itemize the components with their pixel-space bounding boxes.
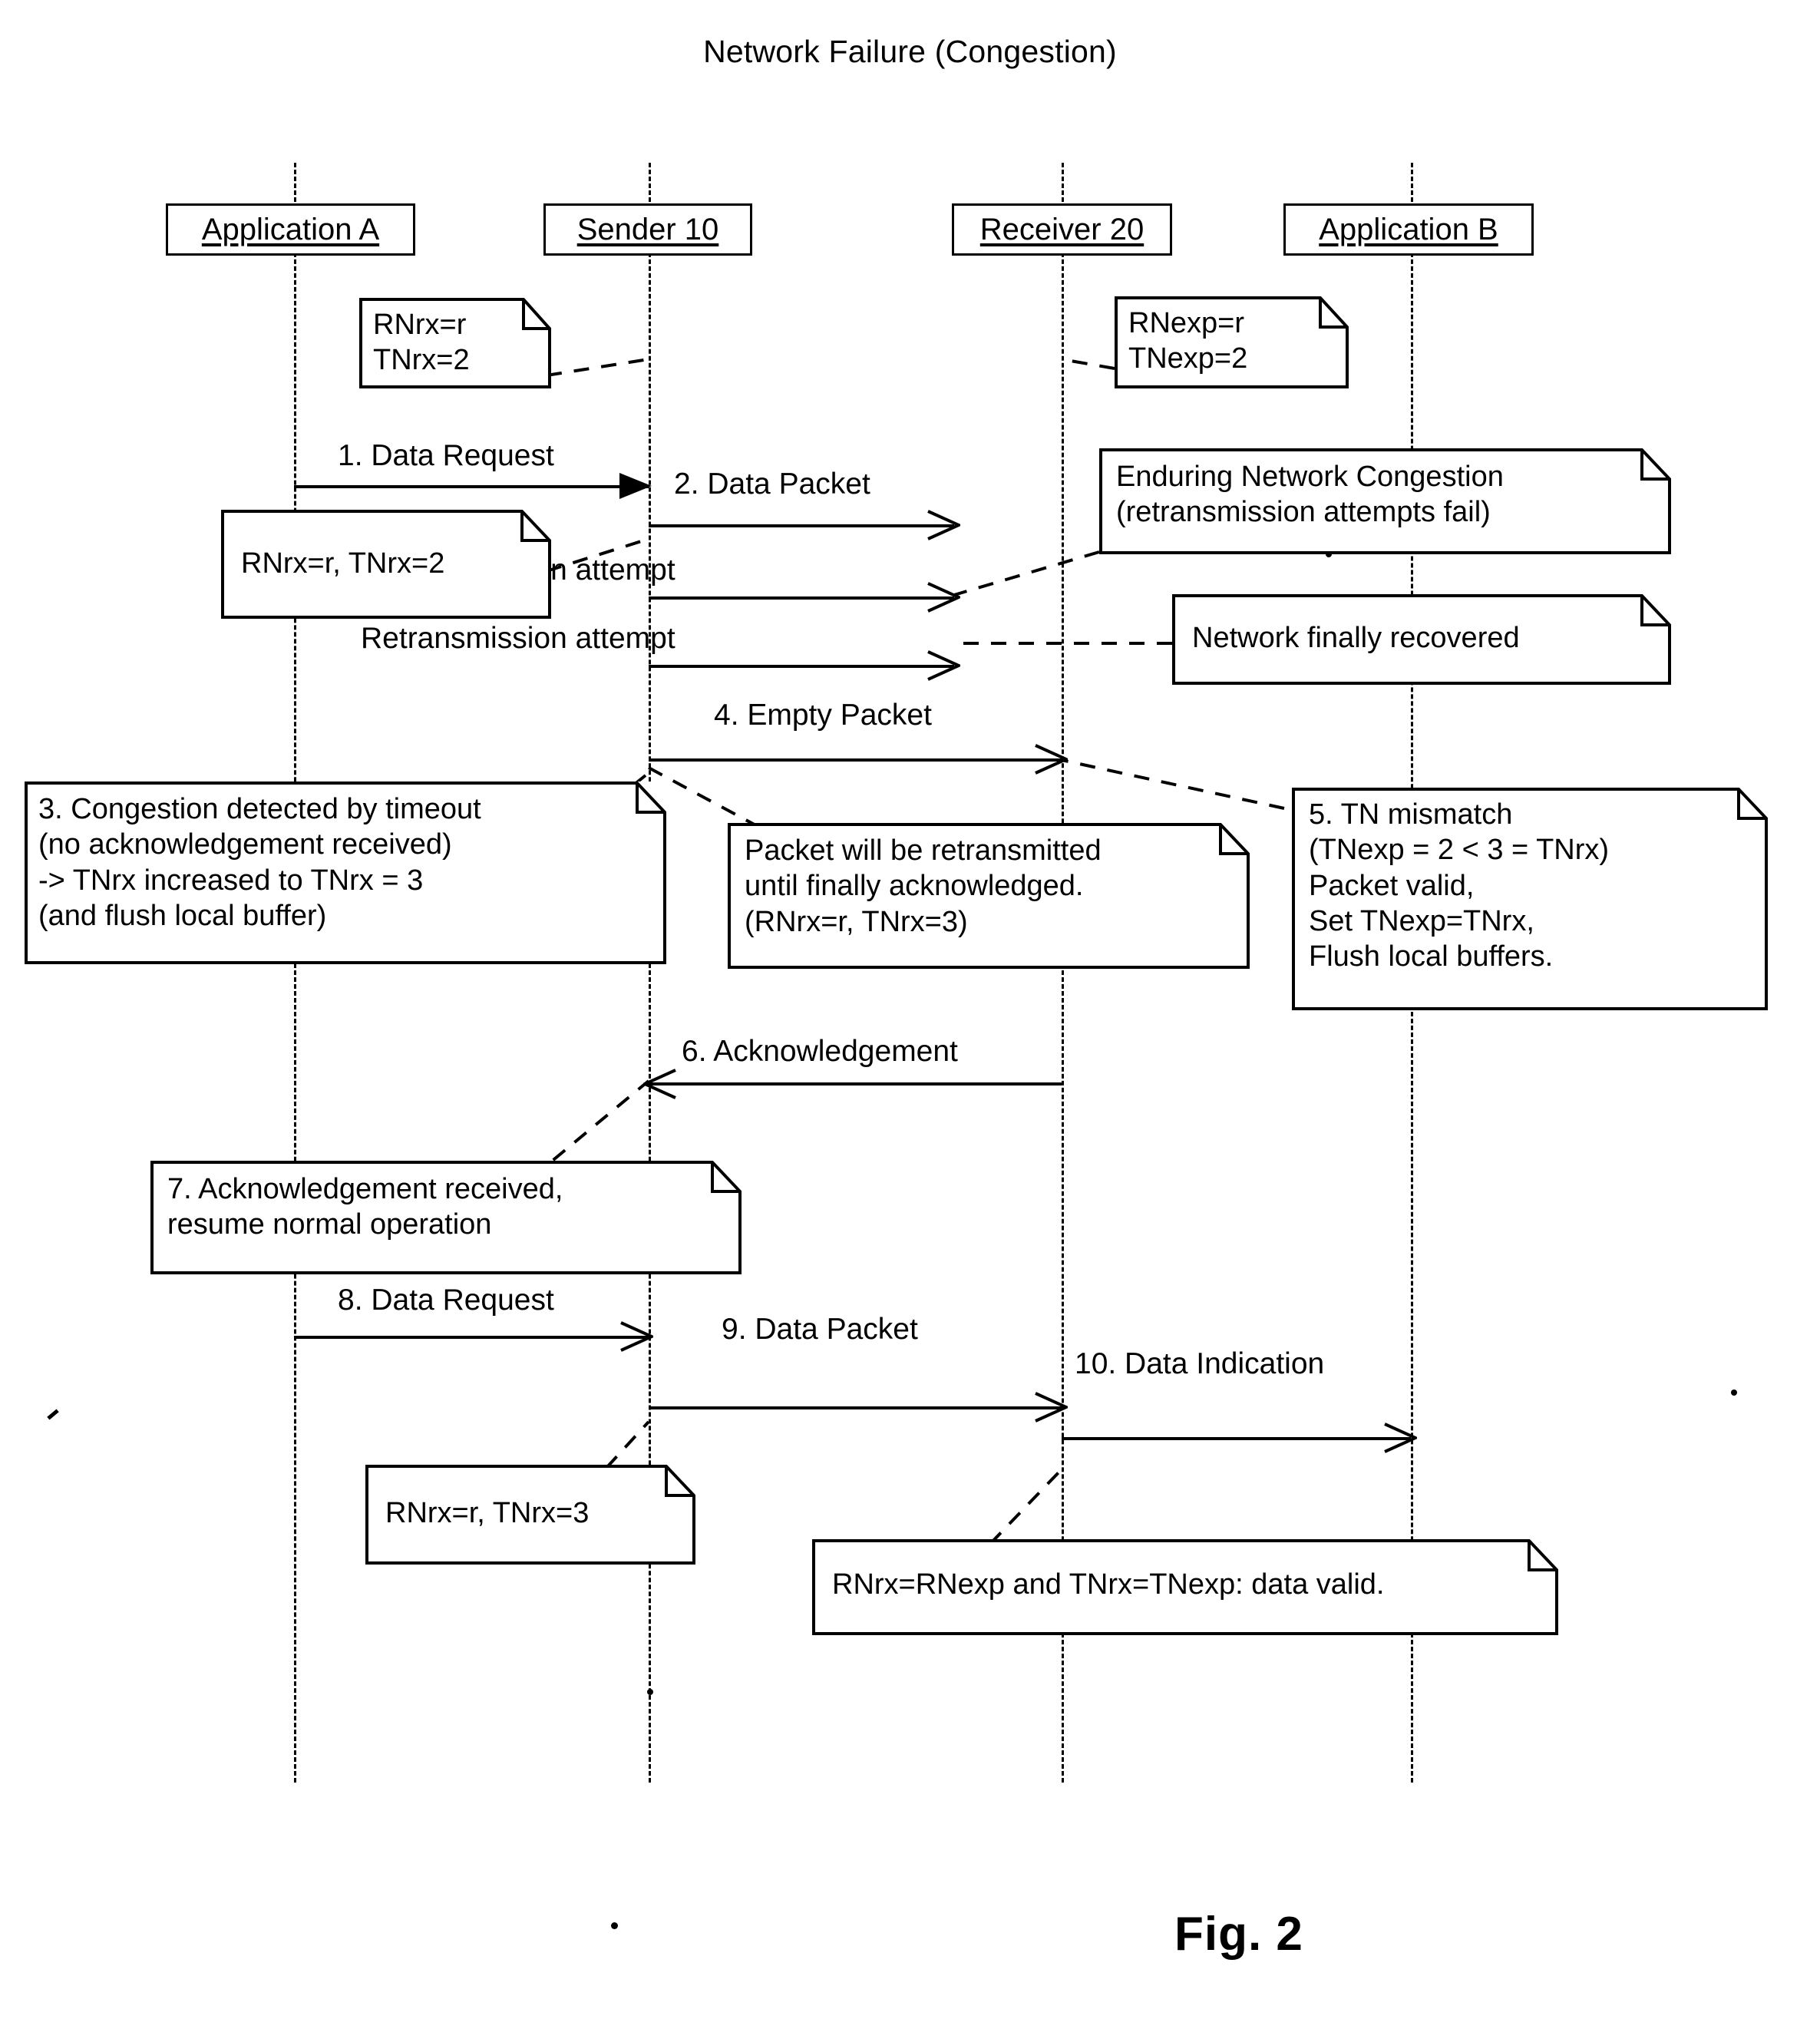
scan-speck: [611, 1922, 618, 1929]
note-text: RNrx=r, TNrx=3: [385, 1497, 590, 1529]
note-receiver-state-init: RNexp=r TNexp=2: [1115, 296, 1349, 388]
scan-speck: [47, 1409, 59, 1420]
scan-speck: [1731, 1390, 1737, 1396]
lifeline-head-label: Sender 10: [576, 212, 719, 246]
arrow-head-left-icon: [643, 1069, 676, 1099]
lifeline-head-label: Application A: [201, 212, 380, 246]
message-line-retransmission-attempt-2: [649, 665, 954, 668]
note-text: RNrx=RNexp and TNrx=TNexp: data valid.: [832, 1568, 1385, 1601]
lifeline-head-application-b[interactable]: Application B: [1283, 203, 1534, 256]
note-text: Network finally recovered: [1192, 622, 1520, 654]
arrow-head-right-icon: [927, 650, 960, 681]
scan-speck: [647, 1689, 653, 1695]
message-line-retransmission-attempt-1: [649, 596, 954, 600]
note-text: RNexp=r TNexp=2: [1128, 307, 1248, 375]
message-line-10-data-indication: [1062, 1437, 1411, 1440]
message-label-8-data-request: 8. Data Request: [338, 1284, 554, 1317]
note-text: RNrx=r TNrx=2: [373, 309, 470, 377]
message-label-9-data-packet: 9. Data Packet: [722, 1313, 918, 1346]
lifeline-head-application-a[interactable]: Application A: [166, 203, 415, 256]
lifeline-application-a: [294, 163, 296, 1783]
note-sender-state-tn2: RNrx=r, TNrx=2: [221, 510, 551, 619]
message-line-1-data-request: [294, 485, 649, 488]
note-text: 5. TN mismatch (TNexp = 2 < 3 = TNrx) Pa…: [1309, 798, 1610, 973]
lifeline-head-sender-10[interactable]: Sender 10: [543, 203, 752, 256]
arrow-head-right-icon: [620, 1321, 653, 1352]
message-line-2-data-packet: [649, 524, 954, 527]
note-text: 7. Acknowledgement received, resume norm…: [167, 1173, 563, 1241]
note-congestion-detected: 3. Congestion detected by timeout (no ac…: [25, 781, 666, 964]
note-text: Enduring Network Congestion (retransmiss…: [1116, 461, 1504, 529]
note-enduring-congestion: Enduring Network Congestion (retransmiss…: [1099, 448, 1671, 554]
message-label-2-data-packet: 2. Data Packet: [674, 468, 870, 501]
arrow-head-right-icon: [1035, 1392, 1068, 1423]
message-label-retransmission-attempt-2: Retransmission attempt: [361, 622, 675, 655]
figure-caption: Fig. 2: [1174, 1908, 1303, 1961]
message-label-1-data-request: 1. Data Request: [338, 439, 554, 472]
message-line-4-empty-packet: [649, 758, 1062, 762]
note-data-valid: RNrx=RNexp and TNrx=TNexp: data valid.: [812, 1539, 1558, 1635]
note-sender-state-tn3: RNrx=r, TNrx=3: [365, 1465, 695, 1565]
note-ack-received: 7. Acknowledgement received, resume norm…: [150, 1161, 742, 1274]
lifeline-head-label: Application B: [1319, 212, 1498, 246]
note-network-recovered: Network finally recovered: [1172, 594, 1671, 685]
message-line-9-data-packet: [649, 1406, 1062, 1409]
arrow-head-right-icon: [1035, 744, 1068, 775]
note-sender-state-init: RNrx=r TNrx=2: [359, 298, 551, 388]
message-line-6-acknowledgement: [649, 1082, 1062, 1086]
note-text: RNrx=r, TNrx=2: [241, 547, 445, 580]
note-text: Packet will be retransmitted until final…: [745, 834, 1102, 938]
message-label-10-data-indication: 10. Data Indication: [1075, 1347, 1325, 1380]
note-text: 3. Congestion detected by timeout (no ac…: [38, 793, 481, 933]
note-tn-mismatch: 5. TN mismatch (TNexp = 2 < 3 = TNrx) Pa…: [1292, 788, 1768, 1010]
arrow-head-right-icon: [927, 582, 960, 613]
message-label-6-acknowledgement: 6. Acknowledgement: [682, 1035, 958, 1068]
arrow-head-right-icon: [1384, 1423, 1417, 1453]
lifeline-head-receiver-20[interactable]: Receiver 20: [952, 203, 1172, 256]
figure-canvas: Network Failure (Congestion) Application…: [0, 0, 1820, 2019]
message-label-4-empty-packet: 4. Empty Packet: [714, 699, 932, 732]
arrow-head-right-icon: [619, 473, 652, 499]
lifeline-head-label: Receiver 20: [979, 212, 1145, 246]
message-line-8-data-request: [294, 1336, 649, 1339]
figure-title: Network Failure (Congestion): [703, 34, 1117, 69]
note-packet-retransmitted: Packet will be retransmitted until final…: [728, 823, 1250, 969]
arrow-head-right-icon: [927, 510, 960, 540]
